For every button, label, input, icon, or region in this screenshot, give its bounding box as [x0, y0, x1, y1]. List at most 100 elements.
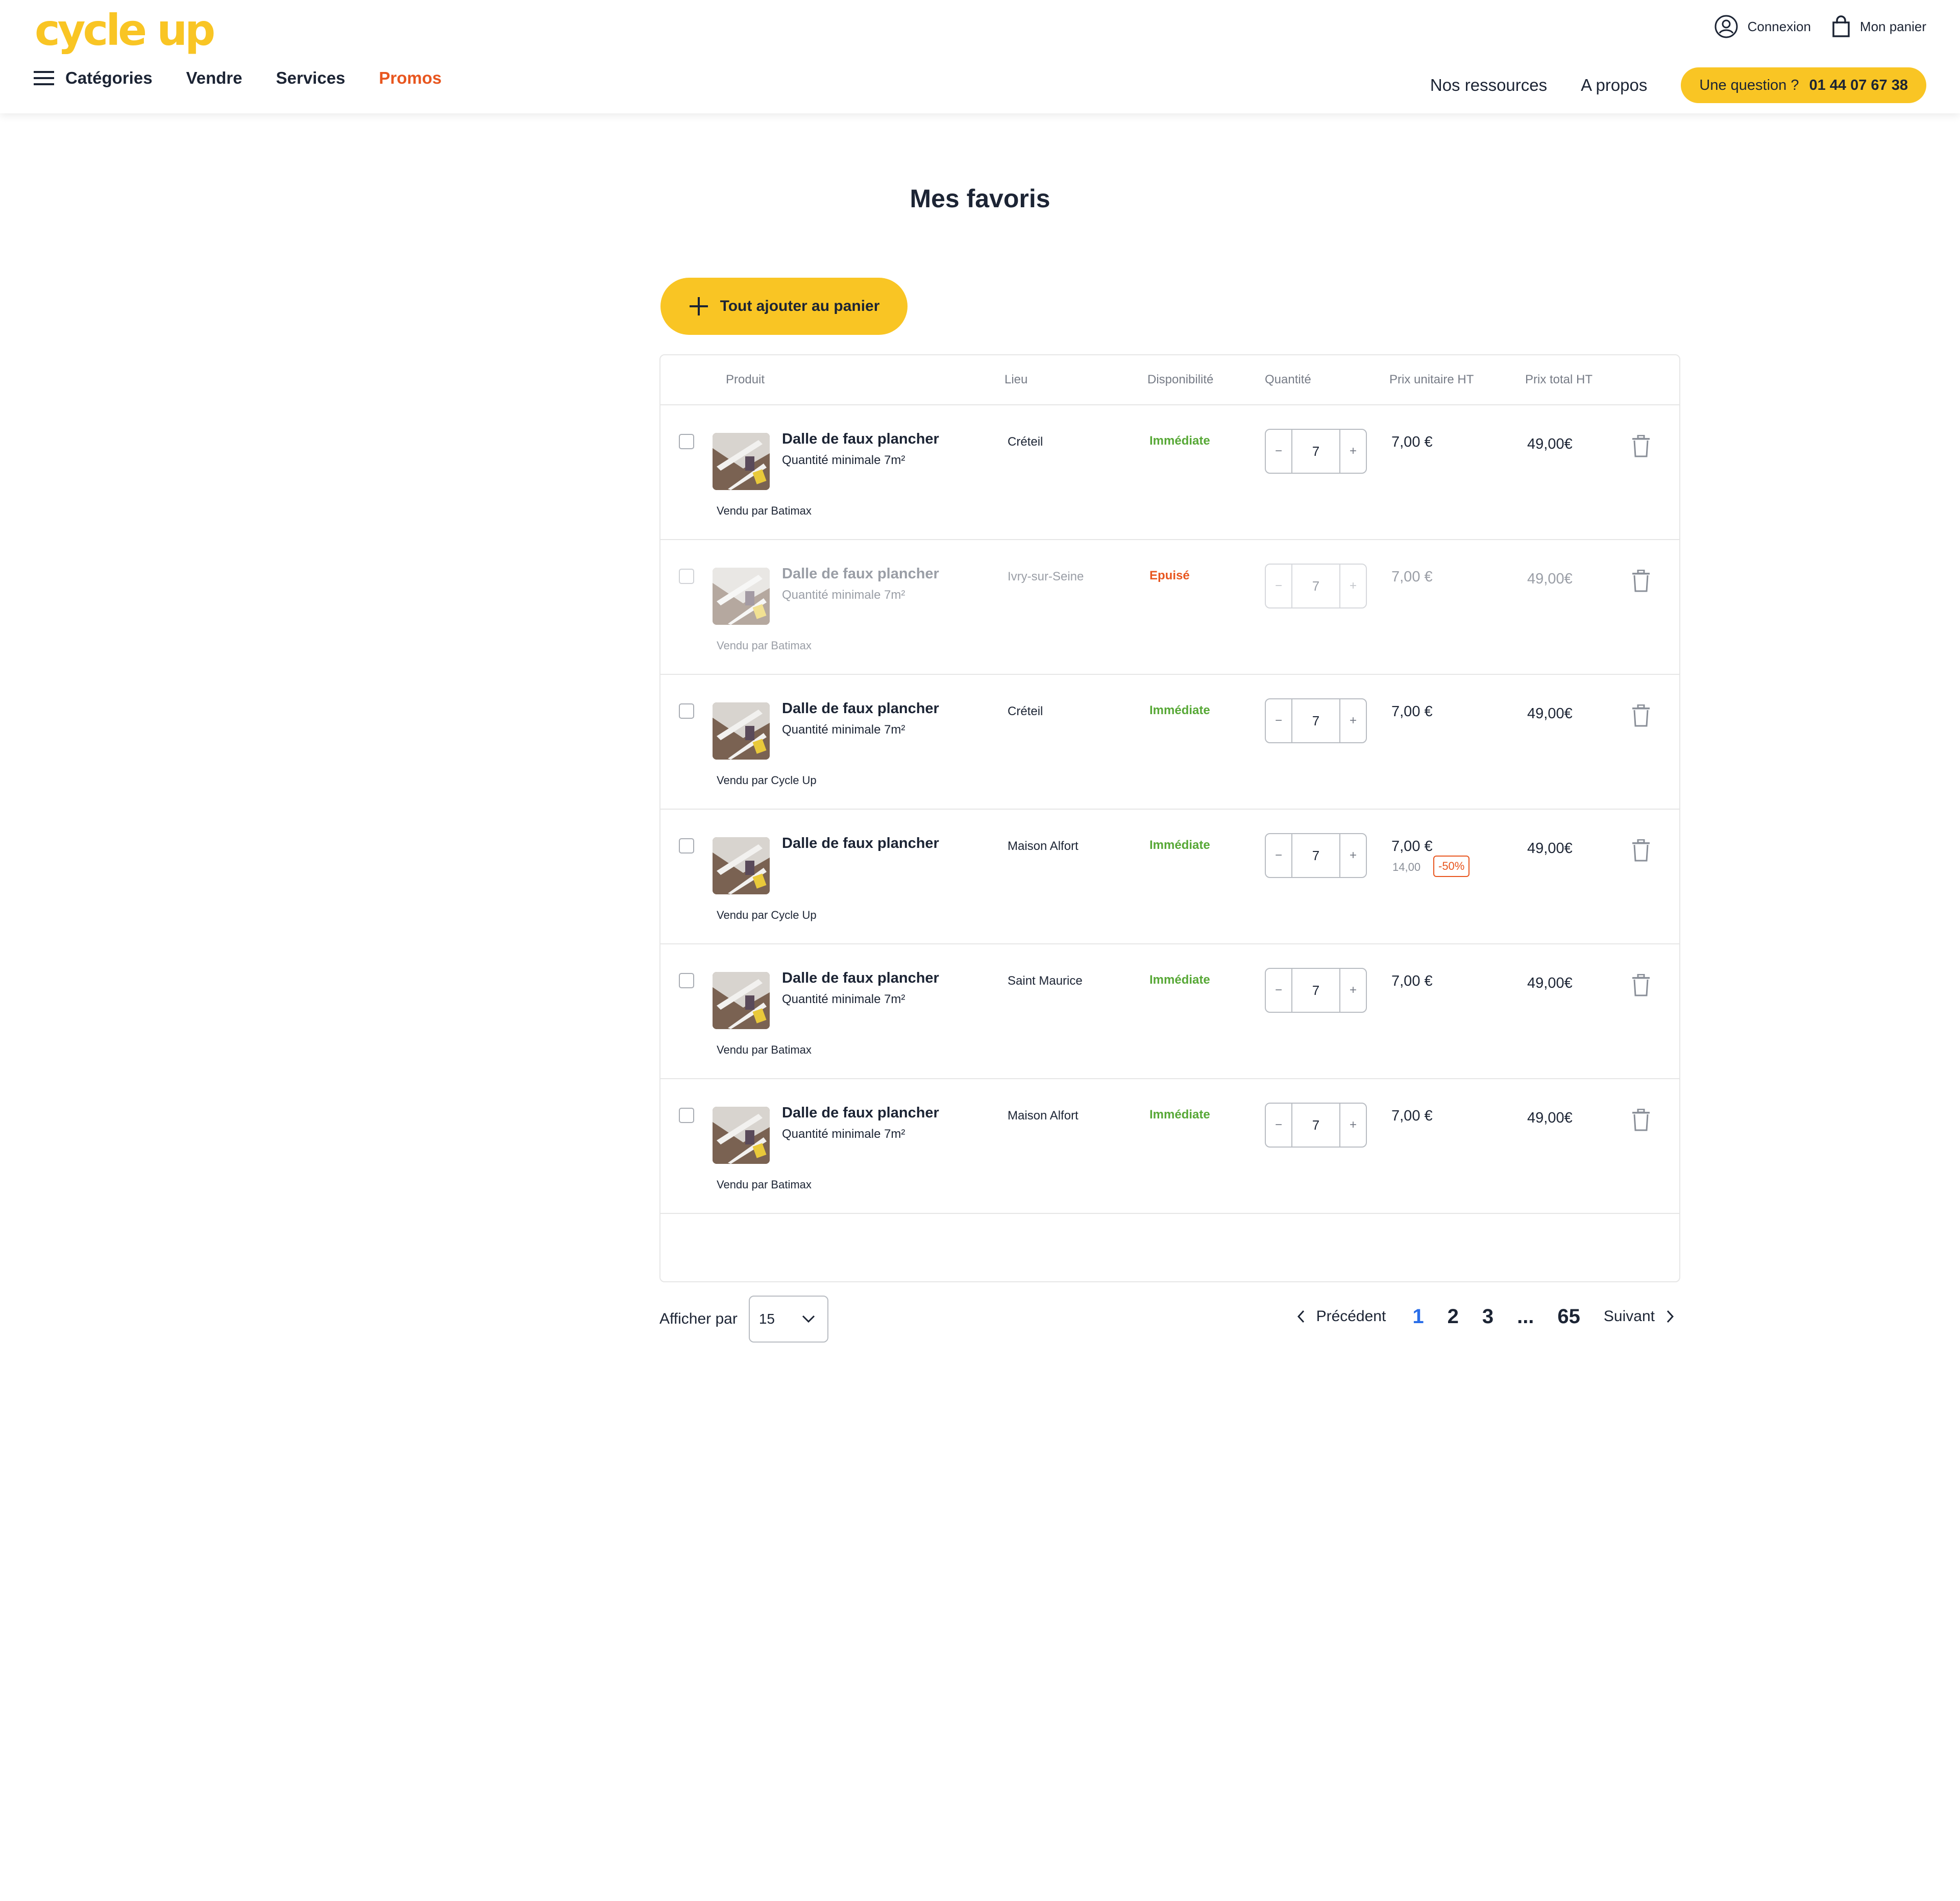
- decrement-button[interactable]: −: [1266, 565, 1291, 607]
- discount-badge: -50%: [1433, 856, 1470, 877]
- nav-promos[interactable]: Promos: [379, 68, 442, 88]
- trash-icon: [1632, 704, 1650, 727]
- seller-label: Vendu par Cycle Up: [717, 909, 817, 921]
- increment-button[interactable]: +: [1340, 565, 1366, 607]
- seller-label: Vendu par Cycle Up: [717, 774, 817, 787]
- column-lieu: Lieu: [1004, 373, 1028, 386]
- delete-button[interactable]: [1631, 1108, 1651, 1134]
- delete-button[interactable]: [1631, 839, 1651, 864]
- product-thumbnail[interactable]: [713, 972, 770, 1029]
- page-1[interactable]: 1: [1412, 1305, 1424, 1328]
- product-name[interactable]: Dalle de faux plancher: [782, 1105, 939, 1122]
- quantity-value[interactable]: 7: [1291, 699, 1340, 742]
- quantity-value[interactable]: 7: [1291, 565, 1340, 607]
- product-thumbnail[interactable]: [713, 568, 770, 625]
- availability-badge: Epuisé: [1149, 569, 1190, 582]
- location: Ivry-sur-Seine: [1008, 570, 1084, 583]
- product-thumbnail[interactable]: [713, 1107, 770, 1164]
- user-icon: [1714, 15, 1738, 38]
- phone-number: 01 44 07 67 38: [1809, 77, 1908, 93]
- location: Créteil: [1008, 704, 1043, 718]
- nav-ressources[interactable]: Nos ressources: [1430, 76, 1547, 95]
- decrement-button[interactable]: −: [1266, 1104, 1291, 1147]
- seller-label: Vendu par Batimax: [717, 639, 812, 652]
- quantity-stepper: − 7 +: [1265, 1103, 1367, 1148]
- min-quantity: Quantité minimale 7m²: [782, 723, 905, 737]
- unit-price: 7,00 €: [1391, 973, 1433, 989]
- quantity-value[interactable]: 7: [1291, 430, 1340, 473]
- categories-menu[interactable]: Catégories: [34, 68, 153, 88]
- increment-button[interactable]: +: [1340, 699, 1366, 742]
- delete-button[interactable]: [1631, 434, 1651, 460]
- login-link[interactable]: Connexion: [1714, 14, 1811, 39]
- quantity-value[interactable]: 7: [1291, 1104, 1340, 1147]
- unit-price: 7,00 €: [1391, 569, 1433, 585]
- product-name[interactable]: Dalle de faux plancher: [782, 970, 939, 987]
- quantity-value[interactable]: 7: [1291, 834, 1340, 877]
- per-page-value: 15: [758, 1311, 775, 1327]
- decrement-button[interactable]: −: [1266, 969, 1291, 1012]
- product-thumbnail[interactable]: [713, 702, 770, 760]
- product-thumbnail[interactable]: [713, 433, 770, 490]
- delete-button[interactable]: [1631, 569, 1651, 595]
- increment-button[interactable]: +: [1340, 430, 1366, 473]
- per-page-select[interactable]: 15: [748, 1296, 828, 1343]
- page-65[interactable]: 65: [1557, 1305, 1580, 1328]
- logo[interactable]: cycle up: [35, 5, 215, 55]
- unit-price: 7,00 €: [1391, 1108, 1433, 1124]
- trash-icon: [1632, 973, 1650, 996]
- row-checkbox[interactable]: [679, 838, 694, 854]
- page-2[interactable]: 2: [1448, 1305, 1459, 1328]
- table-row: Dalle de faux plancher Quantité minimale…: [660, 540, 1679, 675]
- row-checkbox[interactable]: [679, 1108, 694, 1123]
- unit-price: 7,00 €: [1391, 434, 1433, 450]
- increment-button[interactable]: +: [1340, 1104, 1366, 1147]
- trash-icon: [1632, 839, 1650, 862]
- nav-services[interactable]: Services: [276, 68, 346, 88]
- previous-label: Précédent: [1316, 1308, 1386, 1325]
- nav-a-propos[interactable]: A propos: [1581, 76, 1647, 95]
- seller-label: Vendu par Batimax: [717, 1178, 812, 1191]
- product-name[interactable]: Dalle de faux plancher: [782, 431, 939, 448]
- quantity-stepper: − 7 +: [1265, 564, 1367, 608]
- increment-button[interactable]: +: [1340, 969, 1366, 1012]
- min-quantity: Quantité minimale 7m²: [782, 992, 905, 1006]
- row-checkbox[interactable]: [679, 973, 694, 988]
- delete-button[interactable]: [1631, 704, 1651, 729]
- quantity-stepper: − 7 +: [1265, 833, 1367, 878]
- row-checkbox[interactable]: [679, 569, 694, 584]
- pagination: Précédent 1 2 3 ... 65 Suivant: [1297, 1299, 1674, 1334]
- page-3[interactable]: 3: [1482, 1305, 1493, 1328]
- page-ellipsis: ...: [1517, 1305, 1534, 1328]
- decrement-button[interactable]: −: [1266, 834, 1291, 877]
- per-page-control: Afficher par 15: [659, 1296, 828, 1343]
- decrement-button[interactable]: −: [1266, 430, 1291, 473]
- row-checkbox[interactable]: [679, 703, 694, 719]
- decrement-button[interactable]: −: [1266, 699, 1291, 742]
- next-page-button[interactable]: Suivant: [1604, 1308, 1674, 1325]
- column-prix-total: Prix total HT: [1525, 373, 1593, 386]
- product-name[interactable]: Dalle de faux plancher: [782, 835, 939, 852]
- question-label: Une question ?: [1699, 77, 1799, 93]
- min-quantity: Quantité minimale 7m²: [782, 588, 905, 602]
- column-produit: Produit: [726, 373, 765, 386]
- menu-icon: [34, 71, 54, 85]
- availability-badge: Immédiate: [1149, 838, 1210, 852]
- delete-button[interactable]: [1631, 973, 1651, 999]
- add-all-to-cart-button[interactable]: Tout ajouter au panier: [660, 278, 908, 335]
- cart-link[interactable]: Mon panier: [1831, 15, 1926, 38]
- nav-vendre[interactable]: Vendre: [186, 68, 242, 88]
- availability-badge: Immédiate: [1149, 1108, 1210, 1122]
- product-name[interactable]: Dalle de faux plancher: [782, 566, 939, 582]
- product-thumbnail[interactable]: [713, 837, 770, 894]
- previous-page-button[interactable]: Précédent: [1297, 1308, 1413, 1325]
- seller-label: Vendu par Batimax: [717, 1043, 812, 1056]
- categories-label: Catégories: [65, 68, 153, 87]
- quantity-value[interactable]: 7: [1291, 969, 1340, 1012]
- question-button[interactable]: Une question ? 01 44 07 67 38: [1681, 67, 1926, 103]
- table-row: Dalle de faux plancher Quantité minimale…: [660, 1079, 1679, 1214]
- row-checkbox[interactable]: [679, 434, 694, 449]
- seller-label: Vendu par Batimax: [717, 504, 812, 517]
- product-name[interactable]: Dalle de faux plancher: [782, 700, 939, 717]
- increment-button[interactable]: +: [1340, 834, 1366, 877]
